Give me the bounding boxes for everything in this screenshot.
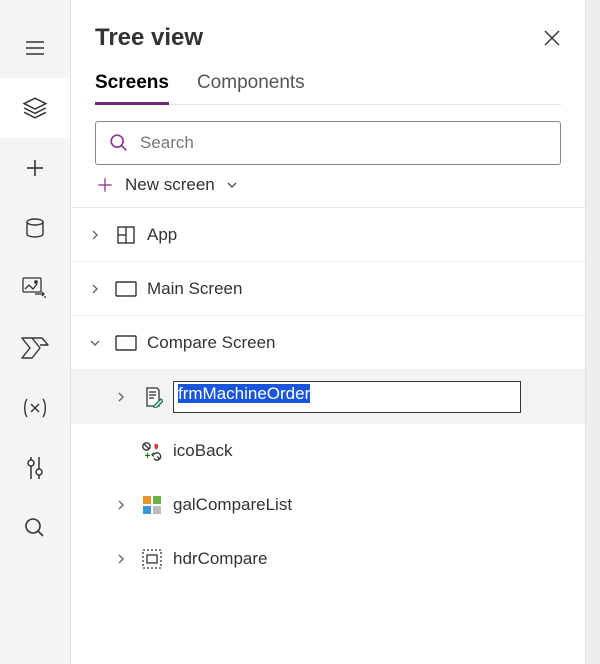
chevron-right-icon[interactable]: [85, 279, 105, 299]
media-icon[interactable]: [0, 258, 70, 318]
search-box[interactable]: [95, 121, 561, 165]
insert-icon[interactable]: [0, 138, 70, 198]
right-gutter: [586, 0, 600, 664]
variables-icon[interactable]: [0, 378, 70, 438]
form-edit-icon: [141, 386, 163, 408]
search-icon: [108, 132, 130, 154]
tree-item-main-screen[interactable]: Main Screen: [71, 262, 585, 316]
close-icon[interactable]: [543, 29, 561, 47]
search-nav-icon[interactable]: [0, 498, 70, 558]
gallery-icon: [141, 494, 163, 516]
svg-text:+: +: [145, 451, 151, 462]
tree: App Main Screen Compare Screen: [71, 208, 585, 664]
chevron-down-icon[interactable]: [85, 333, 105, 353]
tree-view-icon[interactable]: [0, 78, 70, 138]
tree-view-panel: Tree view Screens Components New screen: [70, 0, 586, 664]
data-icon[interactable]: [0, 198, 70, 258]
chevron-right-icon[interactable]: [85, 225, 105, 245]
power-automate-icon[interactable]: [0, 318, 70, 378]
left-nav-rail: [0, 0, 70, 664]
tree-item-hdr-compare[interactable]: hdrCompare: [71, 532, 585, 586]
chevron-right-icon[interactable]: [111, 387, 131, 407]
tab-components[interactable]: Components: [197, 72, 305, 104]
hamburger-icon[interactable]: [0, 18, 70, 78]
tree-item-label: galCompareList: [173, 495, 292, 515]
app-icon: [115, 224, 137, 246]
tree-item-ico-back[interactable]: + icoBack: [71, 424, 585, 478]
new-screen-label: New screen: [125, 175, 215, 195]
group-icon: [141, 548, 163, 570]
icon-group-icon: +: [141, 440, 163, 462]
tree-item-compare-screen[interactable]: Compare Screen: [71, 316, 585, 370]
rename-input[interactable]: frmMachineOrder: [173, 381, 521, 413]
screen-icon: [115, 278, 137, 300]
chevron-right-icon[interactable]: [111, 495, 131, 515]
tree-item-frm-machine-order[interactable]: frmMachineOrder: [71, 370, 585, 424]
tree-item-label: Main Screen: [147, 279, 242, 299]
tree-item-gal-compare-list[interactable]: galCompareList: [71, 478, 585, 532]
tree-item-label: hdrCompare: [173, 549, 268, 569]
panel-title: Tree view: [95, 24, 203, 52]
tree-item-label: App: [147, 225, 177, 245]
screen-icon: [115, 332, 137, 354]
tree-item-label: icoBack: [173, 441, 233, 461]
search-input[interactable]: [140, 133, 548, 153]
tree-item-app[interactable]: App: [71, 208, 585, 262]
plus-icon: [95, 175, 115, 195]
tab-screens[interactable]: Screens: [95, 72, 169, 104]
advanced-tools-icon[interactable]: [0, 438, 70, 498]
new-screen-button[interactable]: New screen: [71, 165, 585, 208]
chevron-right-icon[interactable]: [111, 549, 131, 569]
tabs: Screens Components: [95, 72, 561, 105]
tree-item-label: Compare Screen: [147, 333, 276, 353]
chevron-down-icon: [225, 178, 239, 192]
